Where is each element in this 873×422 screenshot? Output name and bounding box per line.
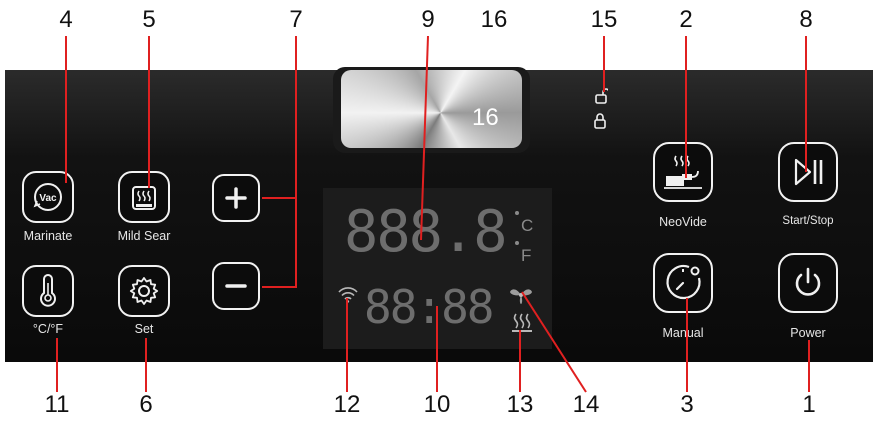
leader-line-7-minus — [262, 36, 297, 288]
callout-lines — [56, 35, 810, 393]
leader-line-9 — [420, 35, 429, 241]
diagram-stage: 4 5 7 9 16 15 2 8 11 6 12 10 13 14 3 1 V… — [0, 0, 873, 422]
leader-line-14 — [521, 291, 587, 393]
